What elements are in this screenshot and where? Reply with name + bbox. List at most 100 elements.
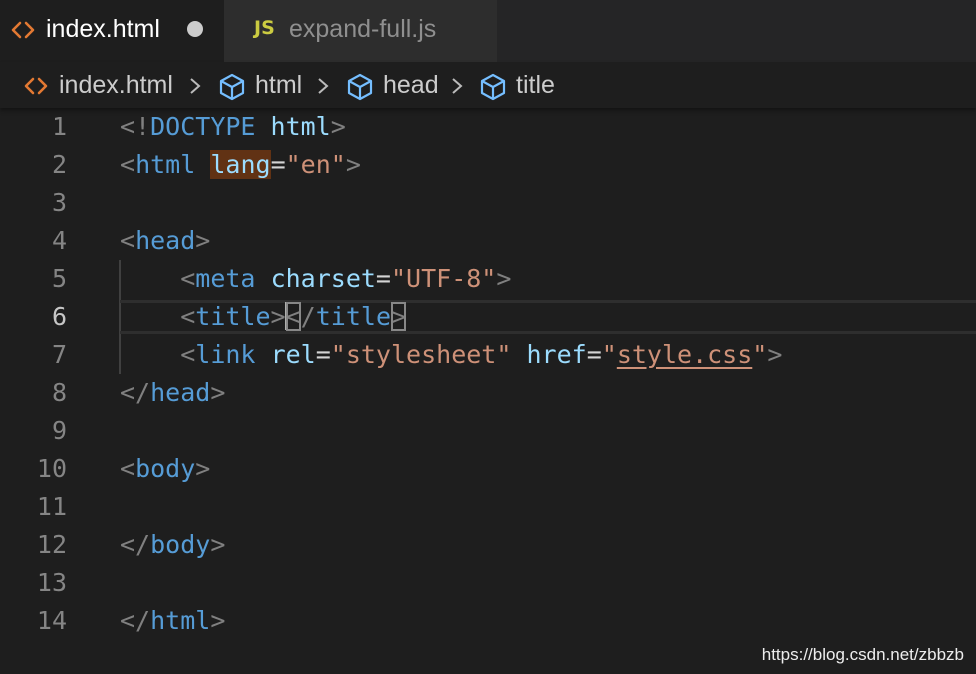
code-text: <link rel="stylesheet" href="style.css">	[120, 340, 782, 370]
code-token: =	[375, 264, 391, 293]
code-token: href	[526, 340, 587, 369]
code-token: <!	[120, 112, 151, 141]
code-token: "	[752, 340, 768, 369]
code-token: <	[285, 302, 301, 331]
unsaved-dot-icon[interactable]	[187, 21, 203, 37]
cube-icon	[480, 73, 506, 101]
line-number: 14	[36, 606, 67, 635]
line-number: 3	[51, 188, 67, 217]
line-number: 7	[51, 340, 67, 369]
code-token: "	[601, 340, 617, 369]
code-token: >	[210, 378, 226, 407]
js-file-icon: JS	[254, 17, 275, 39]
line-number: 11	[36, 492, 67, 521]
tab-bar: index.html JS expand-full.js	[0, 0, 976, 62]
code-token: <	[180, 340, 196, 369]
code-token: style.css	[616, 340, 753, 369]
html-file-icon	[11, 21, 35, 39]
code-token: "en"	[285, 150, 346, 179]
code-token: "stylesheet"	[330, 340, 512, 369]
code-line[interactable]: 4 <head>	[0, 222, 976, 260]
breadcrumb-file[interactable]: index.html	[59, 71, 173, 100]
code-token: html	[270, 112, 331, 141]
code-line[interactable]: 13	[0, 564, 976, 602]
code-token: =	[315, 340, 331, 369]
code-token: >	[496, 264, 512, 293]
code-token: >	[767, 340, 783, 369]
code-token: >	[330, 112, 346, 141]
breadcrumb-item-title[interactable]: title	[516, 71, 555, 100]
code-text: <meta charset="UTF-8">	[120, 264, 511, 294]
code-token: title	[195, 302, 271, 331]
code-text: </head>	[120, 378, 225, 408]
watermark: https://blog.csdn.net/zbbzb	[761, 645, 964, 664]
chevron-right-icon	[318, 78, 329, 94]
code-token: >	[345, 150, 361, 179]
code-line[interactable]: 1 <!DOCTYPE html>	[0, 108, 976, 146]
code-token: >	[391, 302, 407, 331]
code-text: <body>	[120, 454, 210, 484]
code-text: <title></title>	[120, 302, 407, 332]
code-token: body	[135, 454, 196, 483]
code-token: title	[315, 302, 391, 331]
code-token: >	[210, 530, 226, 559]
code-token: </	[120, 378, 151, 407]
code-line[interactable]: 2 <html lang="en">	[0, 146, 976, 184]
code-token: >	[270, 302, 286, 331]
code-token: "UTF-8"	[390, 264, 497, 293]
code-line[interactable]: 10 <body>	[0, 450, 976, 488]
code-line[interactable]: 7 <link rel="stylesheet" href="style.css…	[0, 336, 976, 374]
code-token: <	[180, 302, 196, 331]
line-number: 2	[51, 150, 67, 179]
code-line[interactable]: 6 <title></title>	[0, 298, 976, 336]
tab-index-html[interactable]: index.html	[0, 0, 224, 62]
code-line[interactable]: 9	[0, 412, 976, 450]
code-line[interactable]: 8 </head>	[0, 374, 976, 412]
code-text: </html>	[120, 606, 225, 636]
code-line[interactable]: 14 </html>	[0, 602, 976, 640]
line-number: 12	[36, 530, 67, 559]
code-token: meta	[195, 264, 256, 293]
code-token: >	[195, 226, 211, 255]
code-text: <!DOCTYPE html>	[120, 112, 346, 142]
code-token: DOCTYPE	[150, 112, 256, 141]
tab-expand-full-js[interactable]: JS expand-full.js	[224, 0, 497, 62]
line-number: 8	[51, 378, 67, 407]
code-line[interactable]: 12 </body>	[0, 526, 976, 564]
code-token: /	[300, 302, 316, 331]
code-token: </	[120, 530, 151, 559]
line-number: 9	[51, 416, 67, 445]
code-token: =	[586, 340, 602, 369]
line-number: 5	[51, 264, 67, 293]
tab-label: expand-full.js	[289, 15, 437, 43]
code-line[interactable]: 3	[0, 184, 976, 222]
code-token: rel	[270, 340, 316, 369]
code-token: lang	[210, 150, 271, 179]
html-file-icon	[24, 77, 48, 95]
code-text: <head>	[120, 226, 210, 256]
code-text: </body>	[120, 530, 225, 560]
chevron-right-icon	[190, 78, 201, 94]
line-number: 4	[51, 226, 67, 255]
breadcrumb-item-head[interactable]: head	[383, 71, 439, 100]
code-token: <	[120, 454, 136, 483]
code-line[interactable]: 5 <meta charset="UTF-8">	[0, 260, 976, 298]
breadcrumb-item-html[interactable]: html	[255, 71, 302, 100]
code-line[interactable]: 11	[0, 488, 976, 526]
code-token: link	[195, 340, 256, 369]
code-token: </	[120, 606, 151, 635]
code-token: head	[150, 378, 211, 407]
code-token: >	[195, 454, 211, 483]
code-text: <html lang="en">	[120, 150, 361, 180]
code-editor[interactable]: 1 <!DOCTYPE html> 2 <html lang="en"> 3 4 <head…	[0, 108, 976, 674]
code-token: <	[180, 264, 196, 293]
cube-icon	[347, 73, 373, 101]
tab-label: index.html	[46, 15, 160, 43]
